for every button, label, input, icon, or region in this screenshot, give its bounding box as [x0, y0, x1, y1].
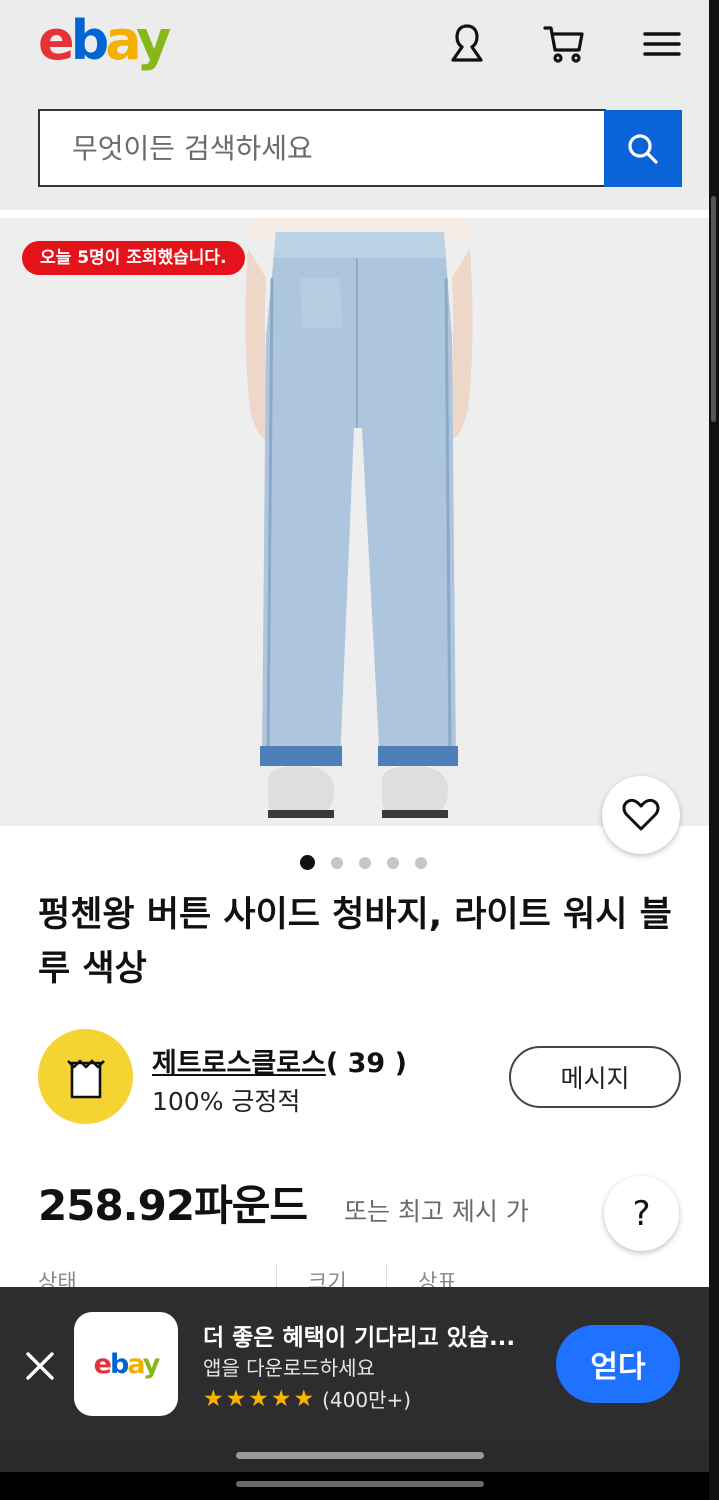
- help-button[interactable]: ?: [604, 1176, 679, 1251]
- product-image[interactable]: [0, 218, 709, 826]
- product-title: 펑첸왕 버튼 사이드 청바지, 라이트 워시 블루 색상: [38, 895, 672, 989]
- search-input[interactable]: [40, 111, 604, 185]
- search-icon: [628, 133, 658, 164]
- header: ebay: [0, 0, 709, 210]
- app-rating: ★ ★ ★ ★ ★ (400만+): [203, 1384, 411, 1413]
- seller-avatar[interactable]: [38, 1029, 133, 1124]
- home-gesture-bar[interactable]: [236, 1452, 484, 1459]
- page-dot[interactable]: [387, 856, 399, 869]
- heart-icon: [622, 798, 660, 831]
- banner-subtitle: 앱을 다운로드하세요: [203, 1356, 375, 1380]
- message-button[interactable]: 메시지: [509, 1046, 681, 1108]
- ebay-app-icon[interactable]: ebay: [74, 1312, 178, 1416]
- store-icon: [66, 1059, 105, 1098]
- page-dot[interactable]: [300, 855, 315, 870]
- search-button[interactable]: [604, 110, 682, 187]
- star-icon: ★: [203, 1385, 224, 1412]
- get-app-button[interactable]: 얻다: [556, 1325, 680, 1403]
- search-field[interactable]: [38, 109, 606, 187]
- star-icon: ★: [225, 1385, 247, 1412]
- jeans-photo: [0, 218, 709, 826]
- close-icon: [26, 1352, 54, 1380]
- star-icon: ★: [248, 1385, 269, 1412]
- menu-icon[interactable]: [639, 20, 687, 68]
- scrollbar[interactable]: [711, 196, 716, 422]
- seller-name[interactable]: 제트로스클로스( 39 ): [152, 1041, 407, 1080]
- close-banner-button[interactable]: [24, 1350, 56, 1382]
- star-icon: ★: [270, 1385, 292, 1412]
- page-dot[interactable]: [359, 856, 371, 869]
- cart-icon[interactable]: [540, 20, 588, 68]
- seller-feedback: 100% 긍정적: [152, 1087, 301, 1116]
- view-count-badge: 오늘 5명이 조회했습니다.: [22, 241, 245, 275]
- page-dot[interactable]: [415, 856, 427, 869]
- favorite-button[interactable]: [602, 776, 680, 854]
- account-icon[interactable]: [443, 20, 491, 68]
- image-pagination: [300, 855, 427, 870]
- star-icon: ★: [293, 1385, 315, 1412]
- best-offer-label: 또는 최고 제시 가: [344, 1197, 529, 1226]
- review-count: (400만+): [322, 1388, 412, 1412]
- price: 258.92파운드: [38, 1181, 308, 1230]
- banner-title: 더 좋은 혜택이 기다리고 있습...: [203, 1325, 516, 1351]
- secondary-gesture-bar: [236, 1481, 484, 1487]
- page-dot[interactable]: [331, 856, 343, 869]
- ebay-logo-small: ebay: [93, 1348, 161, 1380]
- ebay-product-page: ebay 무엇이든 검색하세요 오늘 5명이 조회했습니다. 펑첸왕 버튼 사이…: [0, 0, 719, 1500]
- ebay-logo[interactable]: ebay: [38, 6, 171, 76]
